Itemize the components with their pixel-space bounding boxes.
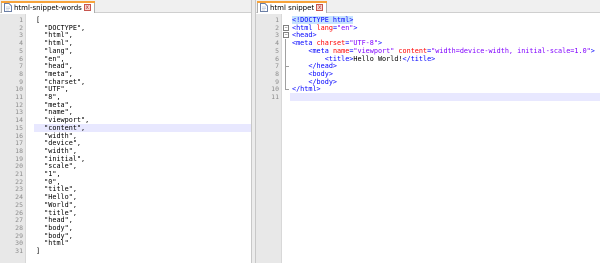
right-editor-pane: html snippet x − − <!DOCTYPE html> <html l…: [256, 0, 600, 263]
fold-end-marker: [285, 66, 289, 68]
tab-label: html snippet: [270, 3, 315, 12]
tab-html-snippet[interactable]: html snippet x: [257, 1, 328, 13]
fold-guide: [285, 39, 286, 90]
left-tab-bar: html-snippet-words x: [0, 0, 251, 13]
fold-end-marker: [285, 89, 289, 91]
fold-margin: − −: [282, 14, 290, 263]
right-editor[interactable]: − − <!DOCTYPE html> <html lang="en"> <head>…: [256, 14, 600, 263]
tab-html-snippet-words[interactable]: html-snippet-words x: [0, 1, 95, 13]
fold-toggle-icon[interactable]: −: [283, 32, 289, 39]
close-icon[interactable]: x: [316, 4, 324, 11]
fold-toggle-icon[interactable]: −: [283, 24, 289, 31]
code-area[interactable]: [ "DOCTYPE", "html", "html", "lang", "en…: [34, 14, 251, 263]
file-icon: [260, 3, 268, 12]
left-editor[interactable]: [ "DOCTYPE", "html", "html", "lang", "en…: [0, 14, 251, 263]
tab-label: html-snippet-words: [14, 3, 82, 12]
code-area[interactable]: <!DOCTYPE html> <html lang="en"> <head> <me…: [290, 14, 600, 263]
line-number: 11: [271, 93, 279, 101]
line-number: 31: [15, 247, 23, 255]
left-editor-pane: html-snippet-words x [ "DOCTYPE", "html"…: [0, 0, 251, 263]
code-line[interactable]: ]: [34, 247, 251, 255]
close-icon[interactable]: x: [83, 4, 91, 11]
fold-margin: [26, 14, 34, 263]
file-icon: [4, 3, 12, 12]
right-tab-bar: html snippet x: [256, 0, 600, 13]
code-line[interactable]: [290, 93, 600, 101]
